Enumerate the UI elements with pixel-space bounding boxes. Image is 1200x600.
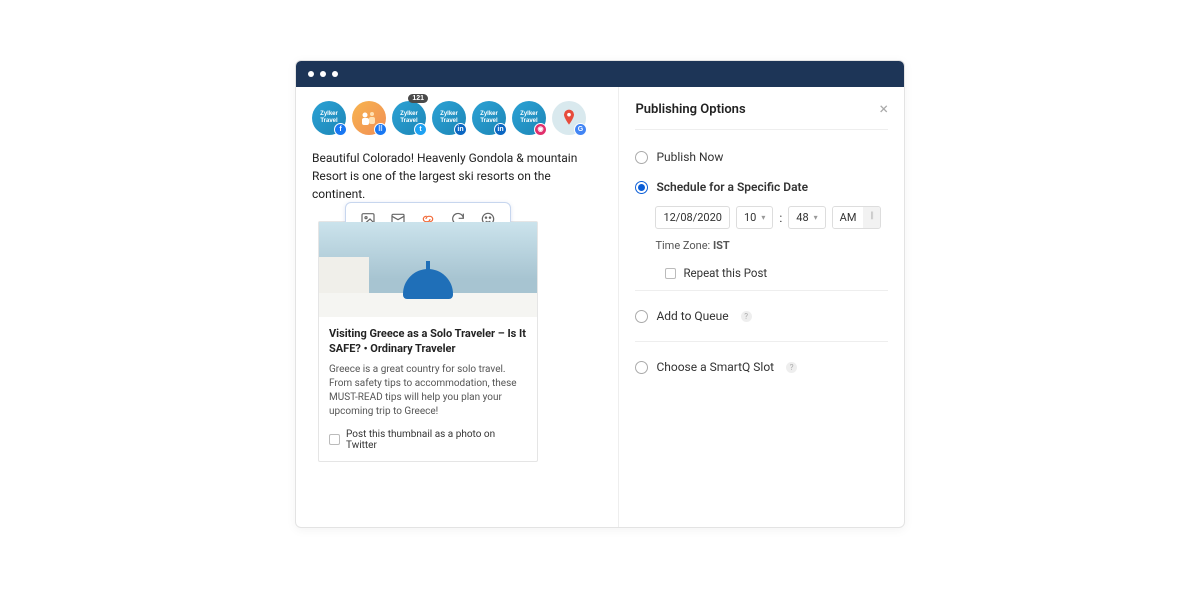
radio-icon (635, 361, 648, 374)
channel-avatar[interactable]: Zylker Travelt121 (392, 101, 426, 135)
checkbox-label: Post this thumbnail as a photo on Twitte… (346, 429, 527, 451)
help-icon[interactable]: ? (741, 311, 752, 322)
option-add-queue[interactable]: Add to Queue ? (635, 301, 888, 331)
channel-avatar[interactable]: Zylker Travelin (472, 101, 506, 135)
option-smartq[interactable]: Choose a SmartQ Slot ? (635, 352, 888, 382)
channel-count-badge: 121 (408, 94, 428, 103)
publishing-options-pane: Publishing Options × Publish Now Schedul… (619, 87, 904, 527)
preview-description: Greece is a great country for solo trave… (329, 363, 527, 419)
platform-badge-icon: ◉ (534, 123, 547, 136)
compose-window: Zylker Travelf⠿Zylker Travelt121Zylker T… (295, 60, 905, 528)
link-preview-card: Visiting Greece as a Solo Traveler – Is … (318, 221, 538, 462)
channel-avatar[interactable]: G (552, 101, 586, 135)
option-label: Choose a SmartQ Slot (656, 360, 774, 374)
window-dot (320, 71, 326, 77)
option-label: Add to Queue (656, 309, 728, 323)
channel-avatar[interactable]: Zylker Travelin (432, 101, 466, 135)
radio-icon (635, 181, 648, 194)
minute-select[interactable]: 48▾ (788, 206, 825, 229)
preview-image (319, 222, 537, 317)
timezone-label: Time Zone: IST (655, 239, 888, 252)
channel-avatar[interactable]: ⠿ (352, 101, 386, 135)
window-body: Zylker Travelf⠿Zylker Travelt121Zylker T… (296, 87, 904, 527)
channel-selector: Zylker Travelf⠿Zylker Travelt121Zylker T… (312, 101, 602, 135)
checkbox-icon (665, 268, 676, 279)
checkbox-icon (329, 434, 340, 445)
platform-badge-icon: in (454, 123, 467, 136)
meridiem-toggle[interactable]: AM || (832, 206, 881, 229)
compose-pane: Zylker Travelf⠿Zylker Travelt121Zylker T… (296, 87, 619, 527)
window-titlebar (296, 61, 904, 87)
time-separator: : (779, 211, 782, 225)
platform-badge-icon: ⠿ (374, 123, 387, 136)
close-icon[interactable]: × (879, 101, 888, 117)
preview-title: Visiting Greece as a Solo Traveler – Is … (329, 327, 527, 357)
chevron-down-icon: ▾ (814, 213, 818, 222)
platform-badge-icon: f (334, 123, 347, 136)
meridiem-pm: || (863, 207, 879, 228)
option-schedule[interactable]: Schedule for a Specific Date (635, 172, 888, 202)
post-text[interactable]: Beautiful Colorado! Heavenly Gondola & m… (312, 149, 602, 203)
window-dot (308, 71, 314, 77)
date-input[interactable]: 12/08/2020 (655, 206, 730, 229)
chevron-down-icon: ▾ (761, 213, 765, 222)
window-dot (332, 71, 338, 77)
checkbox-label: Repeat this Post (683, 266, 767, 280)
radio-icon (635, 151, 648, 164)
channel-avatar[interactable]: Zylker Travelf (312, 101, 346, 135)
repeat-checkbox[interactable]: Repeat this Post (665, 266, 888, 280)
radio-icon (635, 310, 648, 323)
twitter-thumbnail-checkbox[interactable]: Post this thumbnail as a photo on Twitte… (329, 429, 527, 451)
meridiem-am: AM (833, 207, 864, 228)
help-icon[interactable]: ? (786, 362, 797, 373)
hour-select[interactable]: 10▾ (736, 206, 773, 229)
platform-badge-icon: in (494, 123, 507, 136)
platform-badge-icon: G (574, 123, 587, 136)
option-label: Schedule for a Specific Date (656, 180, 808, 194)
channel-avatar[interactable]: Zylker Travel◉ (512, 101, 546, 135)
schedule-controls: 12/08/2020 10▾ : 48▾ AM || (655, 206, 888, 229)
option-label: Publish Now (656, 150, 723, 164)
panel-title: Publishing Options (635, 102, 745, 117)
option-publish-now[interactable]: Publish Now (635, 142, 888, 172)
platform-badge-icon: t (414, 123, 427, 136)
